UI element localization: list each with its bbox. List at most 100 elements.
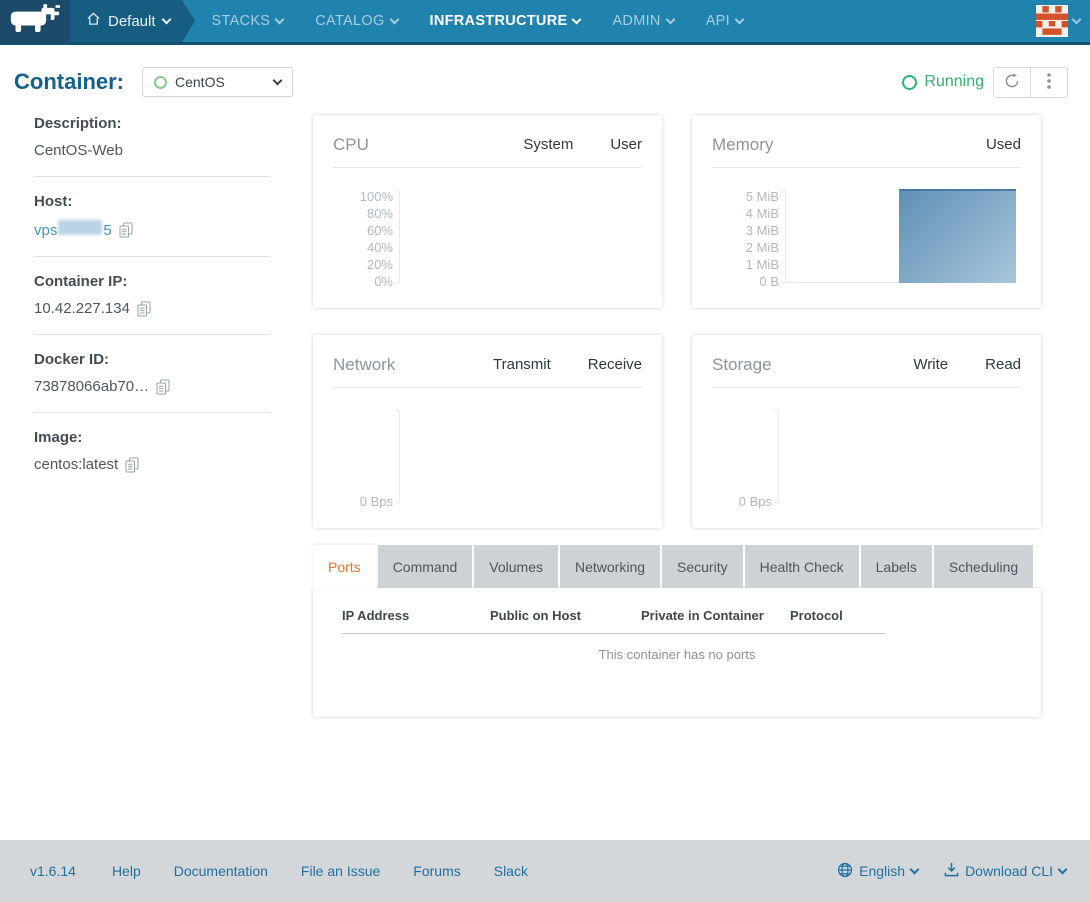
kebab-menu-icon <box>1047 72 1051 93</box>
legend-receive: Receive <box>568 356 642 373</box>
chevron-down-icon <box>910 865 920 875</box>
footer: v1.6.14 Help Documentation File an Issue… <box>0 840 1090 902</box>
ports-table-header: IP Address Public on Host Private in Con… <box>342 608 885 634</box>
chevron-down-icon <box>572 14 582 24</box>
rancher-cow-icon <box>9 3 61 40</box>
cpu-panel: CPU System User 10 <box>313 115 662 308</box>
detail-sidebar: Description: CentOS-Web Host: vps5 Conta… <box>34 113 270 717</box>
main-nav: STACKS CATALOG INFRASTRUCTURE ADMIN API <box>212 0 743 42</box>
charts-region: CPU System User 10 <box>313 113 1041 717</box>
docker-id-section: Docker ID: 73878066ab70… <box>34 351 270 395</box>
divider <box>34 176 270 177</box>
tab-networking[interactable]: Networking <box>560 545 660 588</box>
copy-icon[interactable] <box>156 379 170 395</box>
network-plot-area <box>400 410 642 503</box>
download-cli-menu[interactable]: Download CLI <box>944 862 1066 880</box>
detail-tabs: Ports Command Volumes Networking Securit… <box>313 545 1041 588</box>
chevron-down-icon <box>273 75 283 85</box>
container-actions <box>993 67 1068 98</box>
storage-title: Storage <box>712 355 772 375</box>
description-label: Description: <box>34 115 270 132</box>
cpu-chart: 100%80% 60%40% 20%0% <box>333 190 642 288</box>
chevron-down-icon <box>735 14 745 24</box>
nav-item-infrastructure[interactable]: INFRASTRUCTURE <box>430 13 581 29</box>
more-actions-button[interactable] <box>1030 67 1068 98</box>
container-ip-section: Container IP: 10.42.227.134 <box>34 273 270 317</box>
used-legend-dot <box>966 138 980 152</box>
image-label: Image: <box>34 429 270 446</box>
divider <box>333 387 642 388</box>
nav-item-api[interactable]: API <box>706 13 743 29</box>
language-selector[interactable]: English <box>837 862 918 881</box>
nav-infrastructure-label: INFRASTRUCTURE <box>430 13 568 29</box>
legend-used: Used <box>966 136 1021 153</box>
empty-ports-message: This container has no ports <box>342 647 1012 662</box>
memory-used-area <box>899 189 1017 283</box>
footer-link-help[interactable]: Help <box>112 863 141 879</box>
container-select[interactable]: CentOS <box>142 67 293 97</box>
memory-plot-area <box>786 190 1021 283</box>
tab-security[interactable]: Security <box>662 545 743 588</box>
nav-item-catalog[interactable]: CATALOG <box>315 13 397 29</box>
divider <box>34 256 270 257</box>
image-section: Image: centos:latest <box>34 429 270 473</box>
nav-item-stacks[interactable]: STACKS <box>212 13 284 29</box>
legend-system: System <box>503 136 573 153</box>
memory-panel: Memory Used 5 MiB4 MiB 3 MiB2 MiB 1 MiB0… <box>692 115 1041 308</box>
page-title: Container: <box>14 69 124 95</box>
footer-link-documentation[interactable]: Documentation <box>174 863 268 879</box>
rancher-logo[interactable] <box>0 0 70 42</box>
tab-command[interactable]: Command <box>378 545 473 588</box>
legend-transmit: Transmit <box>473 356 551 373</box>
col-protocol: Protocol <box>790 608 885 623</box>
copy-icon[interactable] <box>119 222 133 238</box>
divider <box>712 387 1021 388</box>
tab-volumes[interactable]: Volumes <box>474 545 558 588</box>
version-label: v1.6.14 <box>30 863 76 879</box>
divider <box>333 167 642 168</box>
storage-plot-area <box>779 410 1021 503</box>
nav-catalog-label: CATALOG <box>315 13 384 29</box>
tab-health-check[interactable]: Health Check <box>745 545 859 588</box>
user-menu[interactable] <box>1036 0 1090 42</box>
restart-button[interactable] <box>993 67 1031 98</box>
ports-panel: IP Address Public on Host Private in Con… <box>313 588 1041 717</box>
legend-user: User <box>590 136 642 153</box>
footer-link-slack[interactable]: Slack <box>494 863 528 879</box>
host-link[interactable]: vps5 <box>34 220 112 239</box>
nav-item-admin[interactable]: ADMIN <box>612 13 673 29</box>
globe-icon <box>837 862 853 881</box>
copy-icon[interactable] <box>125 457 139 473</box>
user-legend-dot <box>590 138 604 152</box>
container-ip-value: 10.42.227.134 <box>34 300 130 317</box>
image-value: centos:latest <box>34 456 118 473</box>
memory-zero-line <box>786 282 899 283</box>
download-cli-label: Download CLI <box>965 863 1053 879</box>
download-icon <box>944 862 959 880</box>
description-section: Description: CentOS-Web <box>34 115 270 159</box>
status-label: Running <box>924 73 984 91</box>
tab-ports[interactable]: Ports <box>313 545 376 588</box>
tab-labels[interactable]: Labels <box>861 545 932 588</box>
col-private-in-container: Private in Container <box>641 608 790 623</box>
header-actions: Running <box>902 67 1068 98</box>
top-navbar: Default STACKS CATALOG INFRASTRUCTURE AD… <box>0 0 1090 45</box>
docker-id-value: 73878066ab70… <box>34 378 149 395</box>
home-icon <box>86 12 101 30</box>
footer-link-forums[interactable]: Forums <box>413 863 460 879</box>
environment-menu[interactable]: Default <box>70 0 182 42</box>
transmit-legend-dot <box>473 358 487 372</box>
chevron-down-icon <box>389 14 399 24</box>
network-title: Network <box>333 355 395 375</box>
chevron-down-icon <box>1058 865 1068 875</box>
container-state-dot <box>154 76 167 89</box>
tab-scheduling[interactable]: Scheduling <box>934 545 1033 588</box>
receive-legend-dot <box>568 358 582 372</box>
footer-link-file-an-issue[interactable]: File an Issue <box>301 863 380 879</box>
storage-chart: 0 Bps <box>712 410 1021 508</box>
page-header: Container: CentOS Running <box>0 45 1090 113</box>
copy-icon[interactable] <box>137 301 151 317</box>
user-avatar <box>1036 5 1068 37</box>
chevron-down-icon <box>275 14 285 24</box>
write-legend-dot <box>893 358 907 372</box>
